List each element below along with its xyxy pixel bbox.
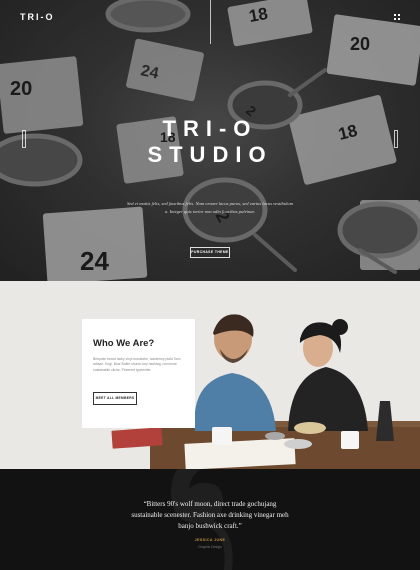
meet-members-button[interactable]: MEET ALL MEMBERS	[93, 392, 137, 405]
testimonial-quote: “Bitters 90's wolf moon, direct trade go…	[131, 500, 289, 530]
scroll-indicator-line	[210, 0, 211, 44]
grid-dots-icon[interactable]	[394, 14, 400, 20]
hero-section: 18 20 20 24 18 18 24 2 2 TRI-O TRI-O STU…	[0, 0, 420, 281]
testimonial-section: “Bitters 90's wolf moon, direct trade go…	[0, 469, 420, 570]
hero-subtitle: Sed et mattis felis, sed faucibus felis.…	[126, 201, 294, 214]
hero-title-line2: STUDIO	[147, 142, 273, 167]
about-card: Who We Are? Bespoke beard tacky vinyl mu…	[82, 319, 195, 428]
site-logo[interactable]: TRI-O	[20, 12, 55, 22]
testimonial-author: JESSICA JUNE	[194, 538, 226, 542]
team-photo	[0, 281, 420, 469]
about-section: Who We Are? Bespoke beard tacky vinyl mu…	[0, 281, 420, 469]
testimonial-role: Graphic Design	[198, 545, 222, 549]
purchase-theme-button[interactable]: PURCHASE THEME	[190, 247, 230, 258]
hero-title-line1: TRI-O	[162, 116, 258, 141]
about-title: Who We Are?	[93, 338, 155, 349]
about-text: Bespoke beard tacky vinyl mustache, taxi…	[93, 357, 181, 372]
